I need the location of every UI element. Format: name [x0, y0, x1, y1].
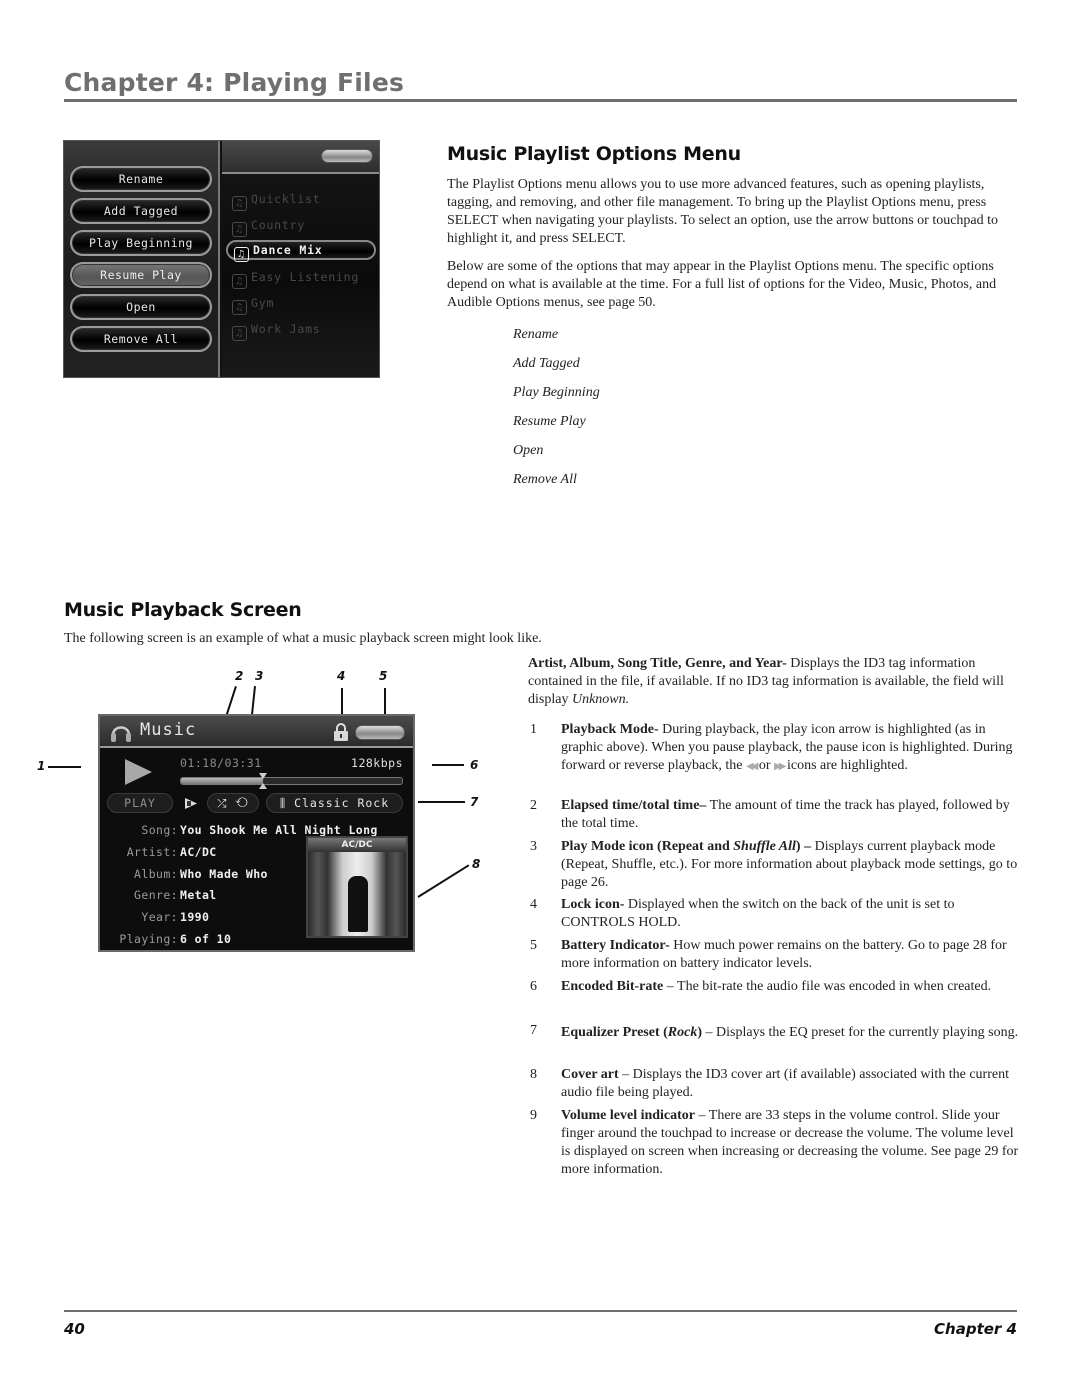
shuffle-repeat-icon: ⤮ ⟲	[207, 793, 259, 813]
paragraph: The Playlist Options menu allows you to …	[447, 177, 999, 246]
options-menu-panel: Rename Add Tagged Play Beginning Resume …	[64, 141, 220, 377]
callout-3: 3	[255, 669, 264, 683]
bitrate: 128kbps	[351, 756, 403, 770]
play-status-label: PLAY	[107, 793, 173, 813]
info-value-artist: AC/DC	[180, 845, 217, 859]
chapter-title: Chapter 4: Playing Files	[64, 68, 405, 97]
option-item: Rename	[513, 327, 559, 342]
rewind-icon: ◀◀	[746, 761, 759, 772]
paragraph: Below are some of the options that may a…	[447, 259, 997, 310]
playlist-panel: ♫ Quicklist ♫ Country ♫ Dance Mix ♫ Easy Lis…	[222, 141, 379, 377]
option-item: Remove All	[513, 472, 577, 487]
playlist-options-list: Rename Add Tagged Play Beginning Resume …	[513, 326, 600, 500]
playlist-options-screenshot: Rename Add Tagged Play Beginning Resume …	[63, 140, 380, 378]
lock-icon	[334, 723, 348, 741]
screen-title: Music	[140, 720, 197, 740]
eq-preset: ⫼ Classic Rock	[266, 793, 403, 813]
option-item: Resume Play	[513, 414, 586, 429]
playlist-item: ♫ Easy Listening	[232, 267, 359, 289]
cover-art-band-name: AC/DC	[308, 838, 406, 852]
music-note-icon: ♫	[234, 247, 249, 262]
music-note-icon: ♫	[232, 196, 247, 211]
playlist-item: ♫ Work Jams	[232, 319, 321, 341]
id3-description: Artist, Album, Song Title, Genre, and Ye…	[528, 656, 1004, 707]
cover-art: AC/DC	[306, 836, 408, 938]
callout-1: 1	[37, 759, 46, 773]
callout-line-4	[341, 688, 343, 714]
play-mode-icon	[125, 759, 152, 785]
music-note-icon: ♫	[232, 300, 247, 315]
option-item: Play Beginning	[513, 385, 600, 400]
elapsed-total-time: 01:18/03:31	[180, 756, 262, 770]
section-heading-playlist-options: Music Playlist Options Menu	[447, 143, 741, 165]
callout-line-1	[48, 766, 81, 768]
page-number: 40	[64, 1320, 85, 1338]
battery-icon	[321, 149, 373, 163]
playlist-item: ♫ Quicklist	[232, 189, 321, 211]
play-next-icon	[185, 798, 197, 809]
option-item: Open	[513, 443, 544, 458]
info-value-year: 1990	[180, 910, 210, 924]
callout-7: 7	[470, 795, 479, 809]
playlist-item: ♫ Gym	[232, 293, 274, 315]
music-note-icon: ♫	[232, 326, 247, 341]
info-label-album: Album:	[134, 867, 178, 881]
info-label-playing: Playing:	[119, 932, 178, 946]
playback-header: Music	[100, 716, 413, 748]
footer-rule	[64, 1310, 1017, 1312]
callout-line-7	[418, 801, 465, 803]
menu-button-open: Open	[70, 294, 212, 320]
equalizer-icon: ⫼	[279, 796, 287, 810]
callout-line-8	[417, 864, 470, 898]
info-label-song: Song:	[141, 823, 178, 837]
option-item: Add Tagged	[513, 356, 580, 371]
music-note-icon: ♫	[232, 274, 247, 289]
playback-intro: The following screen is an example of wh…	[64, 631, 542, 646]
progress-bar	[180, 777, 403, 785]
info-value-song: You Shook Me All Night Long	[180, 823, 378, 837]
headphones-icon	[111, 726, 131, 742]
callout-line-6	[432, 764, 464, 766]
footer-chapter-label: Chapter 4	[934, 1320, 1017, 1338]
info-value-genre: Metal	[180, 888, 217, 902]
menu-button-remove-all: Remove All	[70, 326, 212, 352]
playlist-panel-header	[222, 141, 379, 174]
info-value-album: Who Made Who	[180, 867, 268, 881]
callout-6: 6	[470, 758, 479, 772]
info-label-genre: Genre:	[134, 888, 178, 902]
callout-line-5	[384, 688, 386, 714]
cover-art-figure	[348, 876, 368, 932]
menu-button-add-tagged: Add Tagged	[70, 198, 212, 224]
info-value-playing: 6 of 10	[180, 932, 232, 946]
callout-8: 8	[472, 857, 481, 871]
playlist-item: ♫ Country	[232, 215, 305, 237]
music-note-icon: ♫	[232, 222, 247, 237]
menu-button-resume-play: Resume Play	[70, 262, 212, 288]
info-label-artist: Artist:	[126, 845, 178, 859]
battery-indicator	[355, 725, 405, 740]
progress-fill	[181, 778, 263, 784]
menu-button-play-beginning: Play Beginning	[70, 230, 212, 256]
eq-preset-label: Classic Rock	[294, 796, 390, 810]
callout-4: 4	[337, 669, 346, 683]
chapter-rule	[64, 99, 1017, 102]
callout-2: 2	[235, 669, 244, 683]
playlist-options-description: The Playlist Options menu allows you to …	[447, 176, 1017, 322]
callout-5: 5	[379, 669, 388, 683]
playback-screenshot: Music 01:18/03:31 128kbps PLAY ⤮ ⟲ ⫼ Cla…	[98, 714, 415, 952]
menu-button-rename: Rename	[70, 166, 212, 192]
playlist-item-selected: ♫ Dance Mix	[226, 240, 376, 262]
info-label-year: Year:	[141, 910, 178, 924]
section-heading-playback: Music Playback Screen	[64, 599, 302, 621]
progress-marker	[258, 773, 267, 789]
